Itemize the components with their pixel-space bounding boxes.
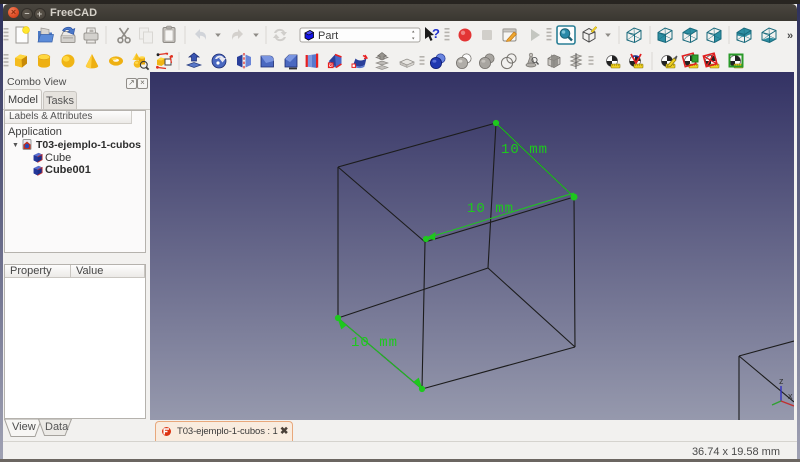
svg-text:x: x	[788, 391, 793, 401]
svg-text:»: »	[787, 30, 793, 42]
svg-text:10 mm: 10 mm	[467, 201, 514, 217]
svg-text:10 mm: 10 mm	[351, 335, 398, 351]
svg-text:?: ?	[432, 26, 440, 41]
svg-text:z: z	[779, 376, 784, 386]
svg-text:10 mm: 10 mm	[501, 142, 548, 158]
svg-text:Part: Part	[318, 30, 338, 42]
